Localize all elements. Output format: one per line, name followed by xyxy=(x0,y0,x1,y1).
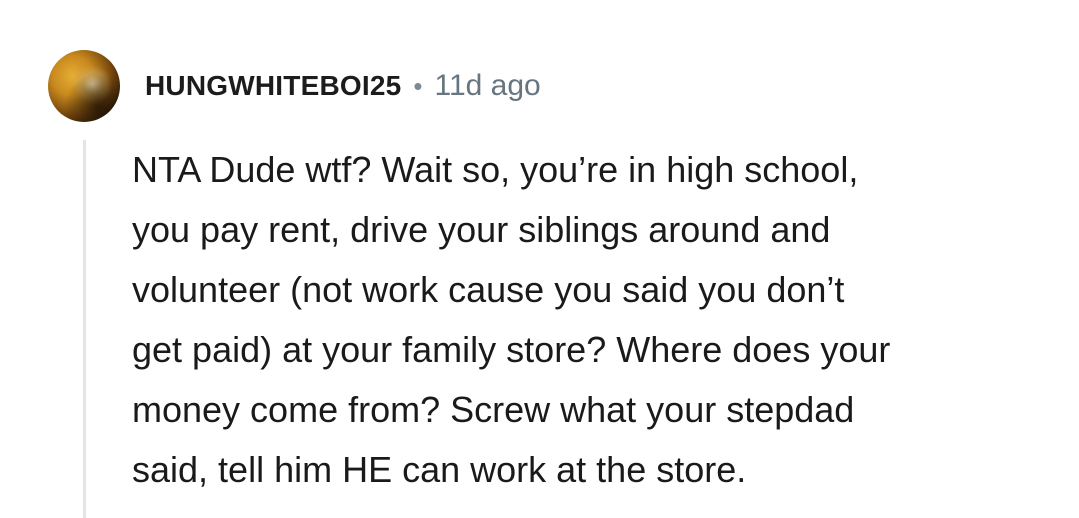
avatar[interactable] xyxy=(48,50,120,122)
comment: HUNGWHITEBOI25 • 11d ago NTA Dude wtf? W… xyxy=(0,0,1079,518)
thread-line[interactable] xyxy=(83,140,86,518)
timestamp: 11d ago xyxy=(434,69,541,102)
username[interactable]: HUNGWHITEBOI25 xyxy=(145,70,401,102)
comment-header: HUNGWHITEBOI25 • 11d ago xyxy=(145,66,541,106)
comment-body: NTA Dude wtf? Wait so, you’re in high sc… xyxy=(132,149,891,490)
separator-dot: • xyxy=(413,70,423,101)
avatar-image xyxy=(48,50,120,122)
